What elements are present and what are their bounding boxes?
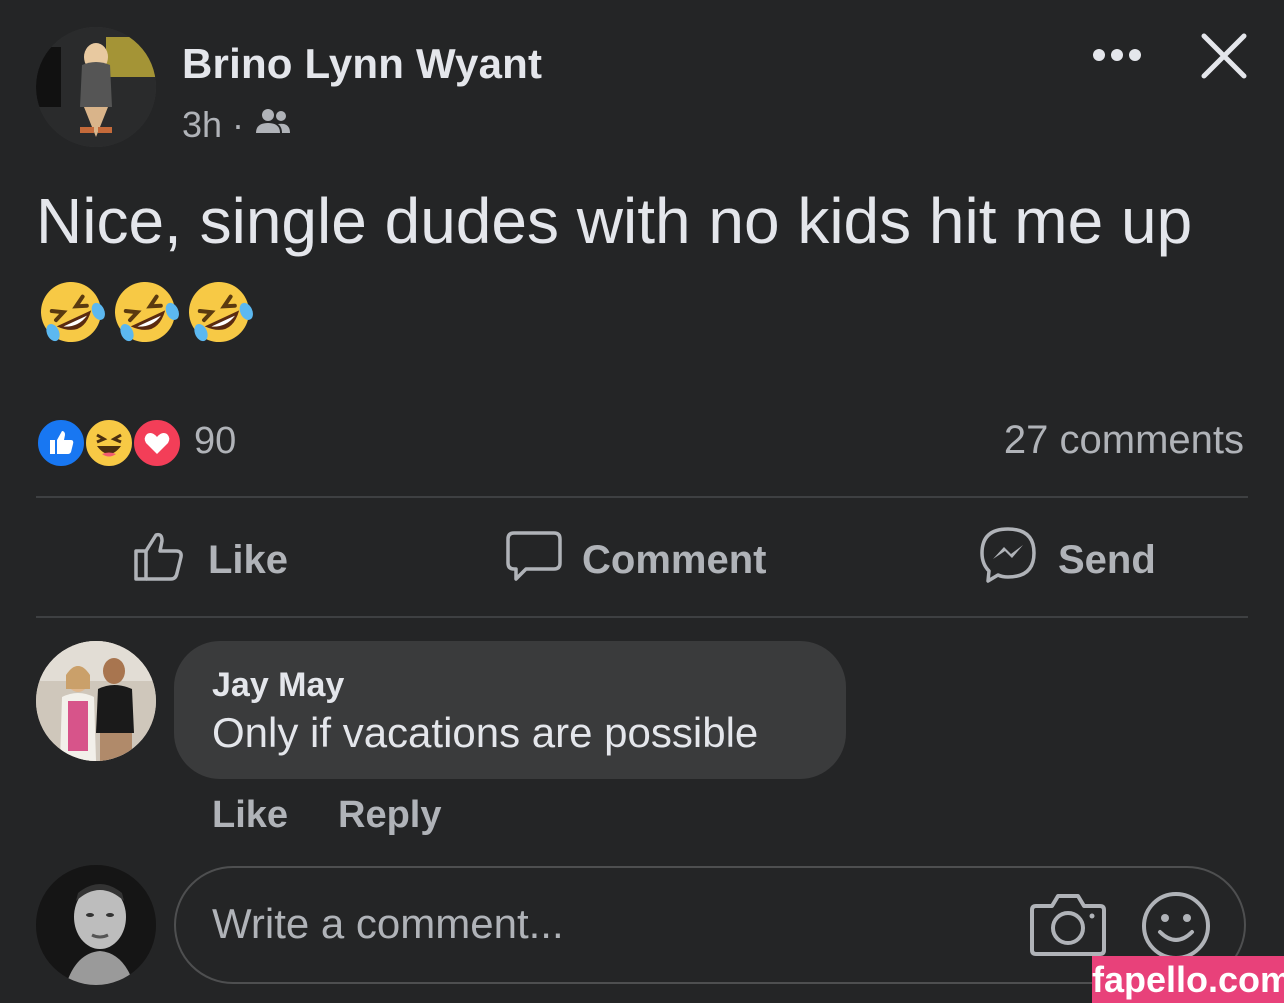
comment-label: Comment	[582, 537, 767, 582]
friends-icon	[254, 104, 292, 146]
watermark: fapello.com	[1092, 956, 1284, 1003]
send-button[interactable]: Send	[978, 525, 1156, 595]
current-user-avatar	[36, 865, 156, 985]
camera-icon[interactable]	[1030, 890, 1106, 960]
love-icon	[132, 418, 182, 468]
rolling-laughing-emoji-icon	[110, 277, 180, 347]
like-icon	[36, 418, 86, 468]
comment-input-placeholder[interactable]: Write a comment...	[212, 900, 564, 948]
commenter-avatar[interactable]	[36, 641, 156, 761]
post-body: Nice, single dudes with no kids hit me u…	[36, 185, 1193, 257]
comment-like-button[interactable]: Like	[212, 794, 288, 837]
messenger-icon	[978, 525, 1038, 595]
send-label: Send	[1058, 537, 1156, 582]
reaction-count[interactable]: 90	[194, 420, 236, 463]
comment-button[interactable]: Comment	[506, 528, 766, 592]
post-text: Nice, single dudes with no kids hit me u…	[36, 178, 1236, 350]
post-meta: 3h ·	[182, 104, 292, 146]
post-time[interactable]: 3h	[182, 104, 222, 146]
haha-icon	[84, 418, 134, 468]
reaction-icons[interactable]	[36, 418, 336, 468]
rolling-laughing-emoji-icon	[184, 277, 254, 347]
comment-bubble-icon	[506, 527, 562, 593]
more-options-icon[interactable]	[1090, 30, 1144, 80]
close-icon[interactable]	[1200, 32, 1248, 80]
like-button[interactable]: Like	[132, 528, 288, 592]
author-avatar[interactable]	[36, 27, 156, 147]
rolling-laughing-emoji-icon	[36, 277, 106, 347]
emoji-picker-icon[interactable]	[1140, 890, 1212, 962]
like-label: Like	[208, 537, 289, 582]
post-author-name[interactable]: Brino Lynn Wyant	[182, 40, 542, 88]
commenter-name[interactable]: Jay May	[212, 666, 344, 705]
thumbs-up-icon	[132, 527, 188, 593]
divider	[36, 496, 1248, 498]
comment-text: Only if vacations are possible	[212, 709, 759, 756]
comment-reply-button[interactable]: Reply	[338, 794, 441, 837]
comments-count[interactable]: 27 comments	[1004, 418, 1244, 463]
meta-separator: ·	[232, 104, 245, 145]
divider	[36, 616, 1248, 618]
